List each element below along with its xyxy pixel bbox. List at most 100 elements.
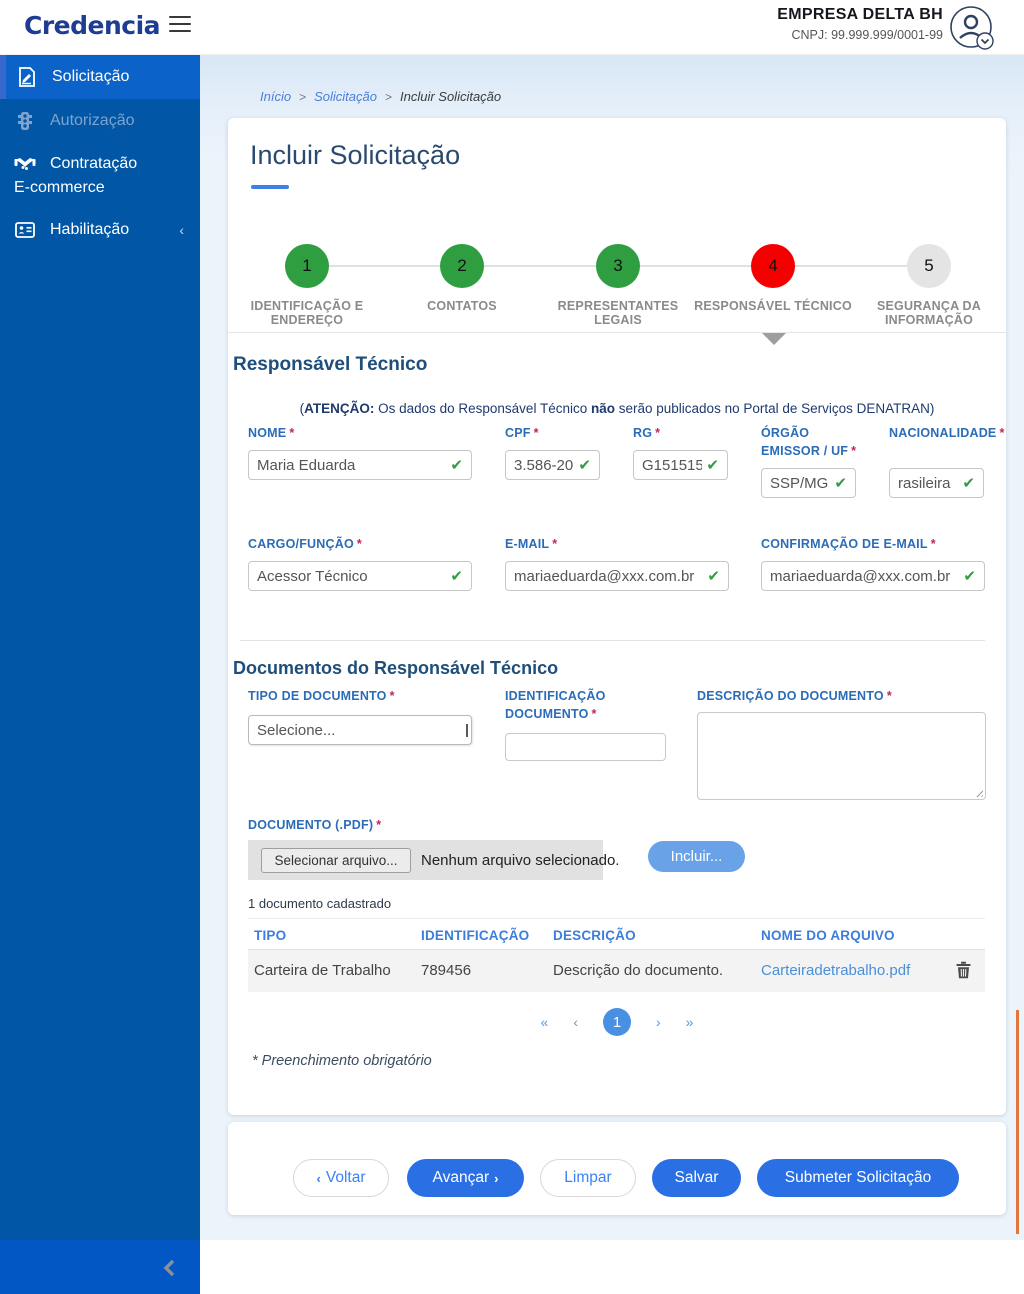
actions-card: ‹ Voltar Avançar › Limpar Salvar Submeter …: [228, 1122, 1006, 1215]
user-account-menu[interactable]: [948, 4, 996, 52]
title-accent-bar: [251, 185, 289, 189]
required-footnote: * Preenchimento obrigatório: [252, 1053, 432, 1069]
input-cargo-value: Acessor Técnico: [257, 567, 368, 585]
company-name: EMPRESA DELTA BH: [777, 6, 943, 23]
sidebar-item-label: Autorização: [50, 112, 135, 129]
step-label-3: REPRESENTANTES LEGAIS: [557, 299, 679, 328]
valid-check-icon: ✔: [834, 475, 847, 492]
stepper-step-5[interactable]: 5: [907, 244, 951, 288]
sidebar-item-autorizacao[interactable]: Autorização: [0, 99, 200, 143]
label-email: E-MAIL *: [505, 537, 558, 551]
valid-check-icon: ✔: [450, 457, 463, 474]
sidebar-collapse-button[interactable]: [0, 1240, 200, 1294]
pagination-page-1[interactable]: 1: [603, 1008, 631, 1036]
file-select-button[interactable]: Selecionar arquivo...: [261, 847, 411, 873]
valid-check-icon: ✔: [450, 568, 463, 585]
incluir-button[interactable]: Incluir...: [648, 841, 745, 872]
voltar-button[interactable]: ‹ Voltar: [293, 1159, 389, 1197]
file-upload-field: Selecionar arquivo... Nenhum arquivo sel…: [248, 840, 619, 880]
step-number: 4: [768, 256, 778, 275]
id-card-icon: [14, 222, 36, 238]
input-cargo[interactable]: Acessor Técnico ✔: [248, 561, 472, 591]
section-title-documentos: Documentos do Responsável Técnico: [233, 658, 559, 678]
breadcrumb-link-solicitacao[interactable]: Solicitação: [314, 89, 377, 104]
breadcrumb-link-inicio[interactable]: Início: [260, 89, 291, 104]
pagination: « ‹ 1 › »: [228, 1008, 1006, 1036]
sidebar-item-label: Habilitação: [50, 221, 130, 238]
input-email[interactable]: mariaeduarda@xxx.com.br ✔: [505, 561, 729, 591]
cell-identificacao: 789456: [421, 962, 472, 979]
tipo-documento-select[interactable]: Selecione...: [248, 715, 472, 745]
breadcrumb-current: Incluir Solicitação: [399, 89, 502, 104]
menu-toggle-button[interactable]: [169, 16, 191, 34]
section-title-responsavel: Responsável Técnico: [233, 354, 428, 375]
delete-document-button[interactable]: [956, 961, 971, 984]
sidebar: Solicitação Autorização Contratação E-co…: [0, 55, 200, 1240]
valid-check-icon: ✔: [963, 568, 976, 585]
label-orgao-emissor: ÓRGÃO EMISSOR / UF *: [761, 426, 857, 458]
stepper-step-1[interactable]: 1: [285, 244, 329, 288]
input-confirmacao-email[interactable]: mariaeduarda@xxx.com.br ✔: [761, 561, 985, 591]
avancar-button[interactable]: Avançar ›: [407, 1159, 524, 1197]
pagination-last-button[interactable]: »: [686, 1014, 694, 1030]
select-value: Selecione...: [257, 721, 336, 739]
step-label-5: SEGURANÇA DA INFORMAÇÃO: [876, 299, 982, 328]
cell-arquivo-link[interactable]: Carteiradetrabalho.pdf: [761, 962, 910, 979]
traffic-light-icon: [14, 111, 36, 131]
input-nome[interactable]: Maria Eduarda ✔: [248, 450, 472, 480]
stepper-step-2[interactable]: 2: [440, 244, 484, 288]
salvar-button[interactable]: Salvar: [652, 1159, 741, 1197]
pagination-next-button[interactable]: ›: [656, 1014, 661, 1030]
resize-grip-icon[interactable]: [974, 788, 983, 797]
chevron-left-icon: ‹: [179, 222, 184, 238]
chevron-left-icon: ‹: [316, 1170, 321, 1186]
label-identificacao-documento: IDENTIFICAÇÃO DOCUMENTO *: [505, 689, 606, 721]
sidebar-item-solicitacao[interactable]: Solicitação: [0, 55, 200, 99]
input-cpf[interactable]: 3.586-20 ✔: [505, 450, 600, 480]
descricao-documento-textarea[interactable]: [697, 712, 986, 800]
submeter-solicitacao-button[interactable]: Submeter Solicitação: [757, 1159, 959, 1197]
column-header-descricao: DESCRIÇÃO: [553, 928, 636, 943]
stepper-step-3[interactable]: 3: [596, 244, 640, 288]
table-header-row: TIPO IDENTIFICAÇÃO DESCRIÇÃO NOME DO ARQ…: [248, 918, 985, 950]
voltar-label: Voltar: [325, 1169, 366, 1186]
limpar-button[interactable]: Limpar: [540, 1159, 636, 1197]
file-status-text: Nenhum arquivo selecionado.: [421, 851, 620, 869]
sidebar-item-habilitacao[interactable]: Habilitação ‹: [0, 209, 200, 251]
input-confirmacao-value: mariaeduarda@xxx.com.br: [770, 567, 951, 585]
column-header-tipo: TIPO: [254, 928, 287, 943]
active-step-arrow-icon: [762, 333, 786, 345]
section-divider: [240, 640, 985, 641]
sidebar-item-contratacao-ecommerce[interactable]: Contratação E-commerce: [0, 143, 200, 209]
attention-note: (ATENÇÃO: Os dados do Responsável Técnic…: [299, 401, 935, 416]
step-label-2: CONTATOS: [427, 299, 497, 313]
input-nacionalidade-value: rasileira: [898, 474, 951, 492]
input-nacionalidade[interactable]: rasileira ✔: [889, 468, 984, 498]
document-signature-icon: [16, 67, 38, 87]
collapse-chevron-icon: [163, 1259, 175, 1277]
input-rg[interactable]: G151515 ✔: [633, 450, 728, 480]
column-header-identificacao: IDENTIFICAÇÃO: [421, 928, 530, 943]
valid-check-icon: ✔: [962, 475, 975, 492]
input-orgao-emissor[interactable]: SSP/MG ✔: [761, 468, 856, 498]
salvar-label: Salvar: [674, 1169, 719, 1186]
label-cargo: CARGO/FUNÇÃO *: [248, 537, 362, 551]
limpar-label: Limpar: [564, 1169, 612, 1186]
pagination-first-button[interactable]: «: [541, 1014, 549, 1030]
identificacao-documento-input[interactable]: [505, 733, 666, 761]
cell-tipo: Carteira de Trabalho: [254, 962, 391, 979]
app-logo: Credencia: [24, 11, 161, 40]
step-number: 3: [613, 256, 623, 275]
sidebar-item-label: Contratação: [50, 155, 138, 172]
valid-check-icon: ✔: [706, 457, 719, 474]
label-confirmacao-email: CONFIRMAÇÃO DE E-MAIL *: [761, 537, 936, 551]
pagination-prev-button[interactable]: ‹: [573, 1014, 578, 1030]
stepper-step-4[interactable]: 4: [751, 244, 795, 288]
step-number: 5: [924, 256, 934, 275]
trash-icon: [956, 961, 971, 979]
sidebar-item-label-line2: E-commerce: [14, 179, 105, 196]
label-cpf: CPF *: [505, 426, 539, 440]
chevron-right-icon: ›: [494, 1170, 499, 1186]
valid-check-icon: ✔: [707, 568, 720, 585]
scrollbar-accent[interactable]: [1016, 1010, 1019, 1234]
